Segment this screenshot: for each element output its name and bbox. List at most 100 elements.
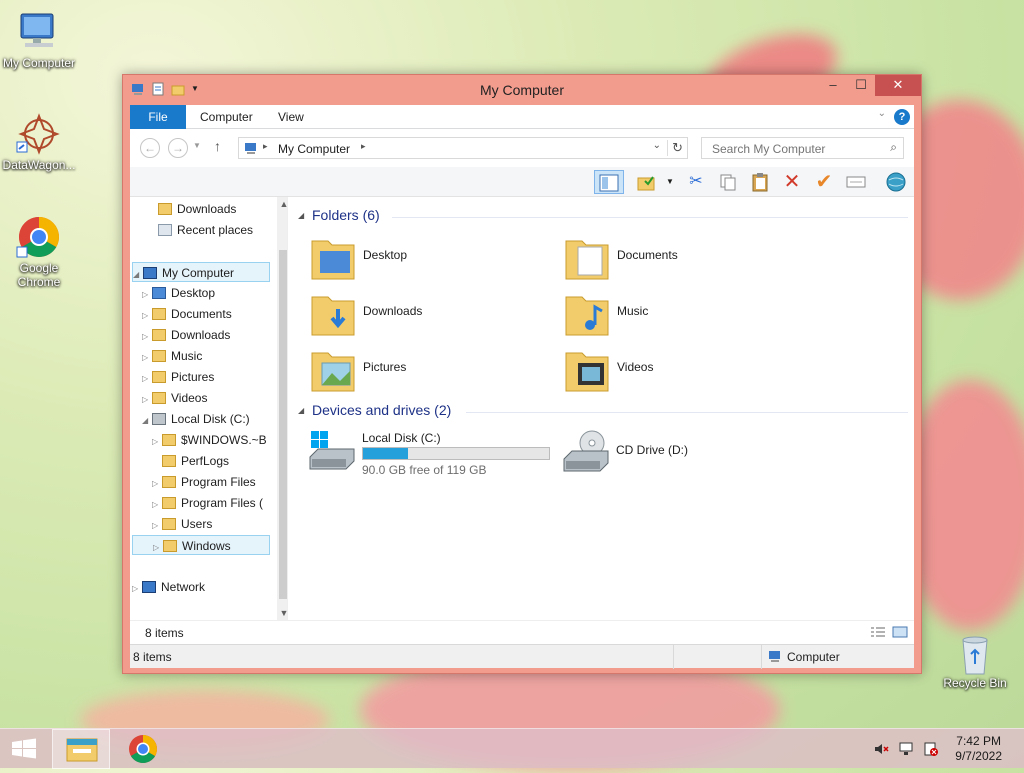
- search-input[interactable]: [710, 141, 880, 157]
- hard-drive-icon: [152, 413, 166, 425]
- taskbar-file-explorer[interactable]: [52, 729, 110, 769]
- drive-tile-cd-drive[interactable]: CD Drive (D:): [562, 429, 802, 481]
- tree-item-downloads-2[interactable]: ▷ Downloads: [142, 325, 230, 345]
- content-pane: ◢ Folders (6) Desktop Documents Download…: [288, 197, 914, 620]
- taskbar-chrome[interactable]: [118, 729, 168, 769]
- desktop-icon-recycle-bin[interactable]: Recycle Bin: [936, 630, 1014, 690]
- copy-icon[interactable]: [716, 170, 740, 194]
- tab-computer[interactable]: Computer: [187, 105, 266, 129]
- window-title: My Computer: [479, 82, 565, 98]
- videos-folder-icon: [152, 392, 166, 404]
- chevron-down-icon[interactable]: ▼: [658, 170, 682, 194]
- rename-check-icon[interactable]: ✔: [812, 170, 836, 194]
- scroll-down-arrow-icon[interactable]: ▼: [277, 608, 287, 618]
- select-folder-icon[interactable]: [635, 170, 659, 194]
- tree-item-windows-bt[interactable]: ▷ $WINDOWS.~B: [152, 430, 267, 450]
- start-button[interactable]: [0, 729, 48, 769]
- devices-group-header[interactable]: Devices and drives (2): [312, 402, 451, 418]
- tree-item-recent-places[interactable]: Recent places: [148, 220, 253, 240]
- desktop-icon-label: DataWagon...: [2, 158, 76, 172]
- network-status-icon[interactable]: [898, 741, 914, 760]
- drive-usage-bar: [362, 447, 550, 460]
- tree-item-downloads[interactable]: Downloads: [148, 199, 236, 219]
- status-bar: 8 items Computer: [130, 644, 914, 669]
- chevron-right-icon[interactable]: ▸: [361, 141, 366, 152]
- desktop-folder-icon: [310, 233, 356, 283]
- network-globe-icon[interactable]: [884, 170, 908, 194]
- search-icon[interactable]: ⌕: [890, 140, 897, 155]
- tree-item-program-files-x86[interactable]: ▷ Program Files (: [152, 493, 263, 513]
- cd-drive-icon: [562, 429, 609, 479]
- address-row: ← → ▼ ↑ ▸ My Computer ▸ ⌄ ↻ ⌕: [130, 129, 914, 167]
- paste-icon[interactable]: [748, 170, 772, 194]
- preview-pane-button[interactable]: [594, 170, 624, 194]
- tree-item-users[interactable]: ▷ Users: [152, 514, 212, 534]
- volume-muted-icon[interactable]: [873, 741, 889, 760]
- properties-icon[interactable]: [844, 170, 868, 194]
- desktop-icon-datawagon[interactable]: DataWagon...: [0, 112, 78, 172]
- scroll-up-arrow-icon[interactable]: ▲: [277, 199, 287, 209]
- folders-group-header[interactable]: Folders (6): [312, 207, 380, 223]
- item-count: 8 items: [145, 626, 184, 640]
- large-icons-view-icon[interactable]: [892, 626, 908, 641]
- pictures-folder-icon: [152, 371, 166, 383]
- tree-item-documents[interactable]: ▷ Documents: [142, 304, 232, 324]
- folder-tile-desktop[interactable]: Desktop: [310, 233, 550, 285]
- title-bar[interactable]: ▼ My Computer – ☐ ✕: [123, 75, 921, 105]
- drive-tile-local-disk[interactable]: Local Disk (C:) 90.0 GB free of 119 GB: [308, 429, 553, 481]
- pictures-folder-icon: [310, 345, 356, 395]
- folder-tile-downloads[interactable]: Downloads: [310, 289, 550, 341]
- folder-tile-music[interactable]: Music: [564, 289, 804, 341]
- tree-item-desktop[interactable]: ▷ Desktop: [142, 283, 215, 303]
- system-clock[interactable]: 7:42 PM 9/7/2022: [955, 734, 1002, 764]
- desktop-icon-label: Recycle Bin: [943, 676, 1007, 690]
- tree-item-music[interactable]: ▷ Music: [142, 346, 202, 366]
- tree-item-local-disk[interactable]: ◢ Local Disk (C:): [142, 409, 250, 429]
- videos-folder-icon: [564, 345, 610, 395]
- tab-view[interactable]: View: [265, 105, 317, 129]
- tree-item-perflogs[interactable]: PerfLogs: [152, 451, 229, 471]
- refresh-icon[interactable]: ↻: [667, 140, 683, 156]
- tree-item-network[interactable]: ▷ Network: [132, 577, 205, 597]
- tree-item-program-files[interactable]: ▷ Program Files: [152, 472, 256, 492]
- address-dropdown-chevron-icon[interactable]: ⌄: [653, 140, 661, 151]
- desktop-folder-icon: [152, 287, 166, 299]
- forward-button[interactable]: →: [168, 138, 188, 158]
- tree-item-my-computer[interactable]: ◢ My Computer: [132, 262, 270, 282]
- collapse-group-icon[interactable]: ◢: [298, 211, 304, 220]
- address-bar[interactable]: ▸ My Computer ▸ ⌄ ↻: [238, 137, 688, 159]
- folder-icon: [162, 497, 176, 509]
- back-button[interactable]: ←: [140, 138, 160, 158]
- delete-icon[interactable]: ✕: [780, 170, 804, 194]
- ribbon-expand-chevron-icon[interactable]: ⌄: [878, 108, 886, 119]
- folder-tile-videos[interactable]: Videos: [564, 345, 804, 397]
- folder-tile-pictures[interactable]: Pictures: [310, 345, 550, 397]
- documents-folder-icon: [152, 308, 166, 320]
- folder-icon: [162, 455, 176, 467]
- computer-icon: [143, 267, 157, 279]
- desktop-icon-google-chrome[interactable]: Google Chrome: [0, 215, 78, 289]
- up-button[interactable]: ↑: [214, 138, 221, 154]
- chevron-right-icon[interactable]: ▸: [263, 141, 268, 152]
- tab-file[interactable]: File: [130, 105, 186, 129]
- windows-logo-icon: [12, 738, 36, 759]
- search-box[interactable]: ⌕: [701, 137, 904, 159]
- desktop-icon-my-computer[interactable]: My Computer: [0, 10, 78, 70]
- scrollbar-thumb[interactable]: [279, 250, 287, 599]
- help-icon[interactable]: ?: [894, 109, 910, 125]
- recent-locations-chevron-icon[interactable]: ▼: [193, 141, 201, 150]
- action-center-warning-icon[interactable]: [923, 741, 939, 760]
- minimize-button[interactable]: –: [819, 75, 847, 96]
- tree-item-pictures[interactable]: ▷ Pictures: [142, 367, 214, 387]
- close-button[interactable]: ✕: [875, 75, 921, 96]
- drive-free-space: 90.0 GB free of 119 GB: [362, 463, 487, 477]
- collapse-group-icon[interactable]: ◢: [298, 406, 304, 415]
- folder-tile-documents[interactable]: Documents: [564, 233, 804, 285]
- tree-item-videos[interactable]: ▷ Videos: [142, 388, 207, 408]
- maximize-button[interactable]: ☐: [847, 75, 875, 96]
- tree-item-windows[interactable]: ▷ Windows: [132, 535, 270, 555]
- folder-icon: [162, 476, 176, 488]
- nav-pane-scrollbar[interactable]: ▲ ▼: [277, 197, 287, 620]
- details-view-icon[interactable]: [870, 626, 886, 641]
- cut-icon[interactable]: ✂: [684, 170, 708, 194]
